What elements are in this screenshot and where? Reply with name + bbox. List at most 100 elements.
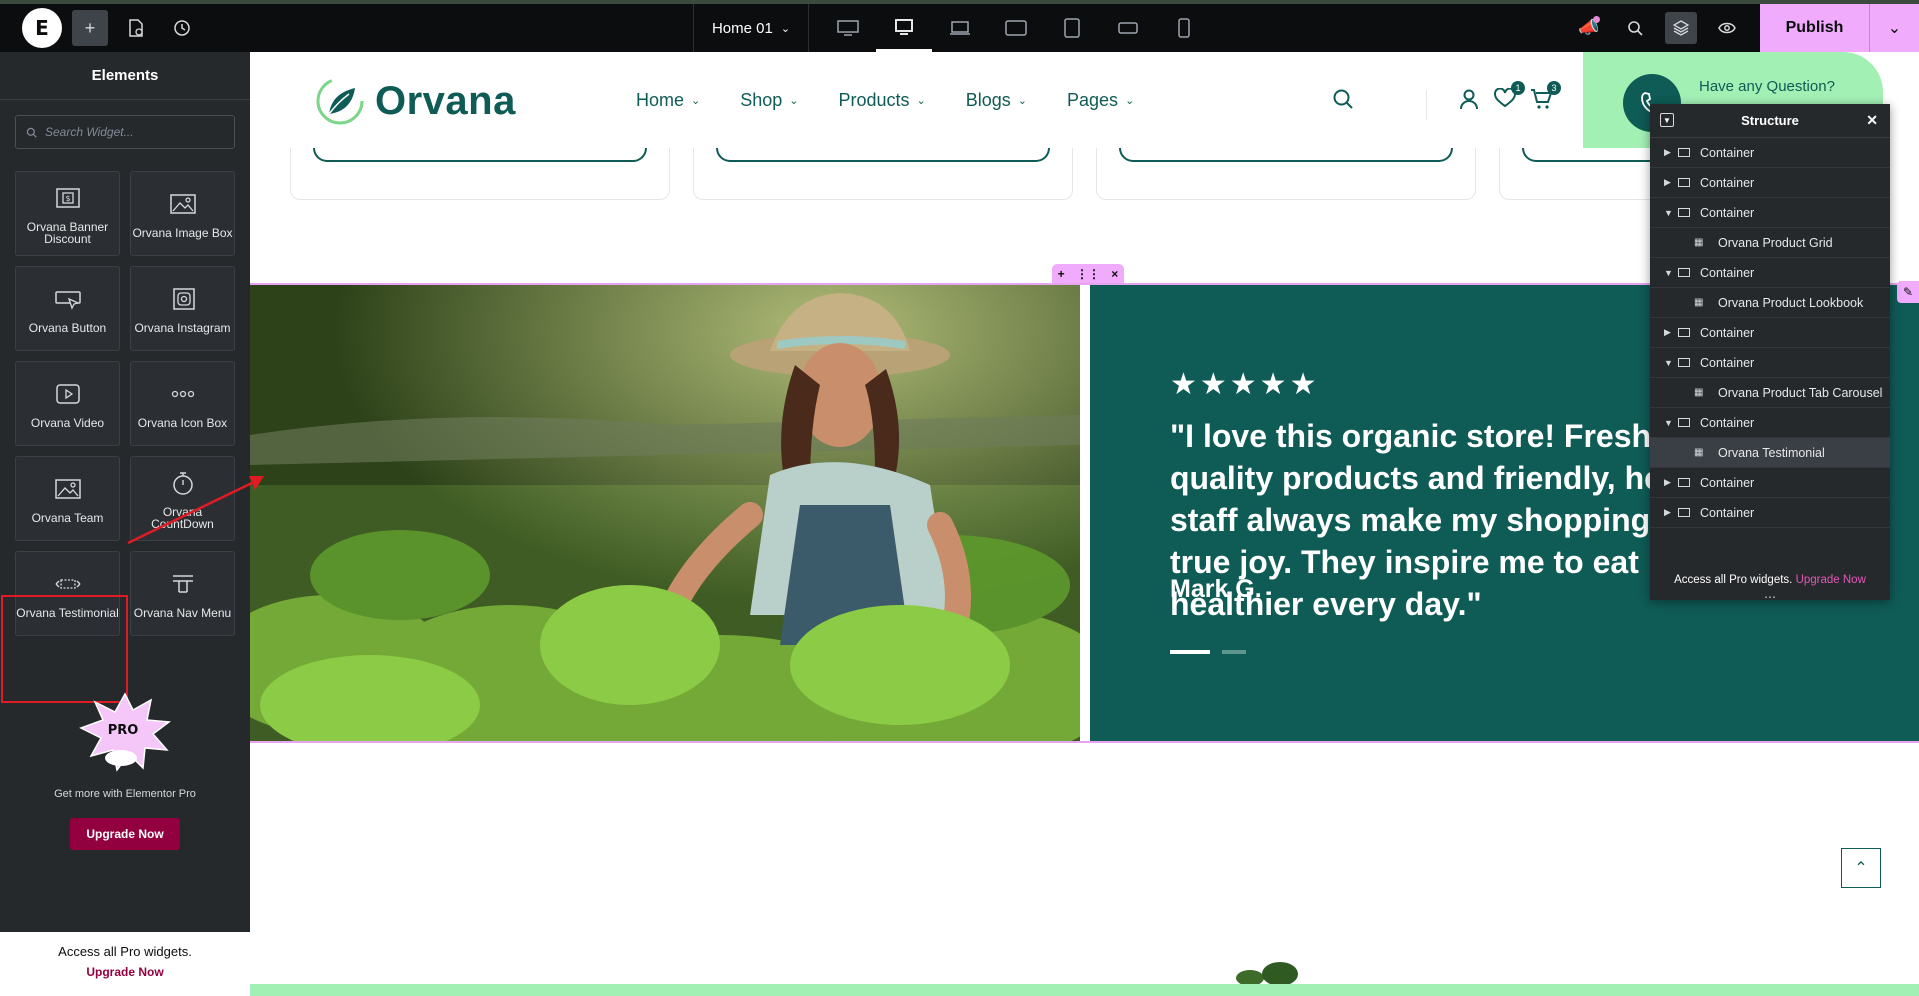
widget-orvana-instagram[interactable]: Orvana Instagram [130, 266, 235, 351]
structure-container-row[interactable]: ▶ Container [1650, 468, 1890, 498]
close-icon[interactable]: ✕ [1866, 112, 1878, 129]
widget-orvana-team[interactable]: Orvana Team [15, 456, 120, 541]
drag-handle-icon[interactable]: ⋮⋮ [1076, 267, 1100, 281]
widget-orvana-icon-box[interactable]: Orvana Icon Box [130, 361, 235, 446]
structure-container-row[interactable]: ▶ Container [1650, 168, 1890, 198]
notifications-button[interactable]: 📣 [1566, 4, 1612, 52]
device-tablet-button[interactable] [988, 4, 1044, 52]
footer-upgrade-link[interactable]: Upgrade Now [0, 965, 250, 979]
caret-right-icon[interactable]: ▶ [1650, 327, 1672, 338]
structure-container-row[interactable]: ▶ Container [1650, 498, 1890, 528]
nav-label: Pages [1067, 90, 1119, 110]
publish-options-button[interactable]: ⌄ [1869, 4, 1919, 52]
collapse-all-icon[interactable]: ▼ [1660, 113, 1674, 127]
carousel-dot-active[interactable] [1170, 650, 1210, 654]
structure-widget-row[interactable]: ▦ Orvana Product Lookbook [1650, 288, 1890, 318]
structure-container-row[interactable]: ▶ Container [1650, 318, 1890, 348]
device-tablet-portrait-button[interactable] [1044, 4, 1100, 52]
add-element-button[interactable]: + [72, 10, 108, 46]
pro-footer-text: Access all Pro widgets. [58, 944, 192, 959]
structure-container-row[interactable]: ▶ Container [1650, 138, 1890, 168]
widget-orvana-nav-menu[interactable]: Orvana Nav Menu [130, 551, 235, 636]
account-button[interactable] [1458, 88, 1480, 116]
more-icon[interactable]: ⋯ [1764, 590, 1776, 604]
device-tablet-landscape-button[interactable] [876, 4, 932, 52]
farmer-photo [250, 285, 1080, 741]
device-laptop-button[interactable] [932, 4, 988, 52]
structure-header: ▼ Structure ✕ [1650, 104, 1890, 138]
widget-icon: ▦ [1694, 387, 1704, 398]
caret-right-icon[interactable]: ▶ [1650, 507, 1672, 518]
layers-icon [1665, 12, 1697, 44]
structure-row-label: Container [1700, 175, 1755, 190]
device-desktop-button[interactable] [820, 4, 876, 52]
card-button-outline[interactable] [716, 148, 1050, 162]
card-button-outline[interactable] [1119, 148, 1453, 162]
caret-down-icon[interactable]: ▼ [1650, 358, 1673, 368]
selected-widget-highlight [1, 595, 128, 703]
widget-orvana-button[interactable]: Orvana Button [15, 266, 120, 351]
testimonial-author: Mark G. [1170, 575, 1262, 603]
elementor-logo-button[interactable]: E [22, 8, 62, 48]
caret-down-icon[interactable]: ▼ [1650, 268, 1673, 278]
structure-button[interactable] [1658, 4, 1704, 52]
widget-orvana-video[interactable]: Orvana Video [15, 361, 120, 446]
card-button-outline[interactable] [313, 148, 647, 162]
carousel-dot[interactable] [1222, 650, 1246, 654]
site-search-button[interactable] [1332, 88, 1354, 116]
nav-shop[interactable]: Shop ⌄ [740, 90, 798, 111]
document-selector[interactable]: Home 01 ⌄ [693, 4, 809, 52]
widget-orvana-banner-discount[interactable]: $ Orvana Banner Discount [15, 171, 120, 256]
caret-down-icon[interactable]: ▼ [1650, 208, 1673, 218]
scroll-to-top-button[interactable]: ⌃ [1841, 848, 1881, 888]
caret-down-icon[interactable]: ▼ [1650, 418, 1673, 428]
pro-promo: PRO Get more with Elementor Pro Upgrade … [0, 692, 250, 850]
structure-container-row[interactable]: ▼ Container [1650, 348, 1890, 378]
widget-orvana-image-box[interactable]: Orvana Image Box [130, 171, 235, 256]
widget-search [15, 115, 235, 149]
device-switcher [820, 4, 1212, 52]
search-icon [1628, 21, 1643, 36]
nav-products[interactable]: Products ⌄ [839, 90, 926, 111]
caret-right-icon[interactable]: ▶ [1650, 147, 1672, 158]
device-mobile-button[interactable] [1156, 4, 1212, 52]
structure-upgrade-link[interactable]: Upgrade Now [1796, 574, 1866, 586]
device-mobile-landscape-button[interactable] [1100, 4, 1156, 52]
plus-icon: + [84, 17, 96, 38]
publish-button[interactable]: Publish [1760, 4, 1869, 52]
structure-widget-row[interactable]: ▦ Orvana Testimonial [1650, 438, 1890, 468]
finder-button[interactable] [1612, 4, 1658, 52]
history-button[interactable] [164, 10, 200, 46]
cart-button[interactable]: 3 [1530, 81, 1561, 116]
caret-right-icon[interactable]: ▶ [1650, 477, 1672, 488]
pro-footer: Access all Pro widgets. Upgrade Now [0, 932, 250, 996]
svg-text:$: $ [65, 194, 70, 203]
nav-blogs[interactable]: Blogs ⌄ [966, 90, 1027, 111]
chevron-down-icon: ⌄ [780, 22, 791, 35]
tablet-landscape-icon [1005, 20, 1027, 36]
edit-widget-handle[interactable]: ✎ [1897, 281, 1919, 303]
add-section-icon[interactable]: + [1058, 267, 1065, 281]
mobile-landscape-icon [1118, 22, 1138, 34]
topbar-actions: 📣 Publish ⌄ [1566, 4, 1919, 52]
wishlist-button[interactable]: 1 [1494, 81, 1525, 114]
widget-orvana-countdown[interactable]: Orvana CountDown [130, 456, 235, 541]
search-widget-input[interactable] [45, 125, 215, 139]
site-nav: Home ⌄ Shop ⌄ Products ⌄ Blogs ⌄ Pages ⌄ [636, 90, 1134, 111]
structure-row-label: Orvana Product Tab Carousel [1718, 385, 1883, 400]
structure-widget-row[interactable]: ▦ Orvana Product Grid [1650, 228, 1890, 258]
structure-container-row[interactable]: ▼ Container [1650, 198, 1890, 228]
structure-widget-row[interactable]: ▦ Orvana Product Tab Carousel [1650, 378, 1890, 408]
caret-right-icon[interactable]: ▶ [1650, 177, 1672, 188]
nav-home[interactable]: Home ⌄ [636, 90, 700, 111]
structure-container-row[interactable]: ▼ Container [1650, 258, 1890, 288]
site-logo[interactable]: Orvana [315, 76, 516, 126]
nav-pages[interactable]: Pages ⌄ [1067, 90, 1134, 111]
preview-button[interactable] [1704, 4, 1750, 52]
widget-icon: ▦ [1694, 237, 1704, 248]
delete-section-icon[interactable]: × [1111, 267, 1118, 281]
structure-footer: Access all Pro widgets. Upgrade Now [1650, 574, 1890, 586]
upgrade-now-button[interactable]: Upgrade Now [70, 818, 180, 850]
structure-container-row[interactable]: ▼ Container [1650, 408, 1890, 438]
page-settings-button[interactable] [118, 10, 154, 46]
